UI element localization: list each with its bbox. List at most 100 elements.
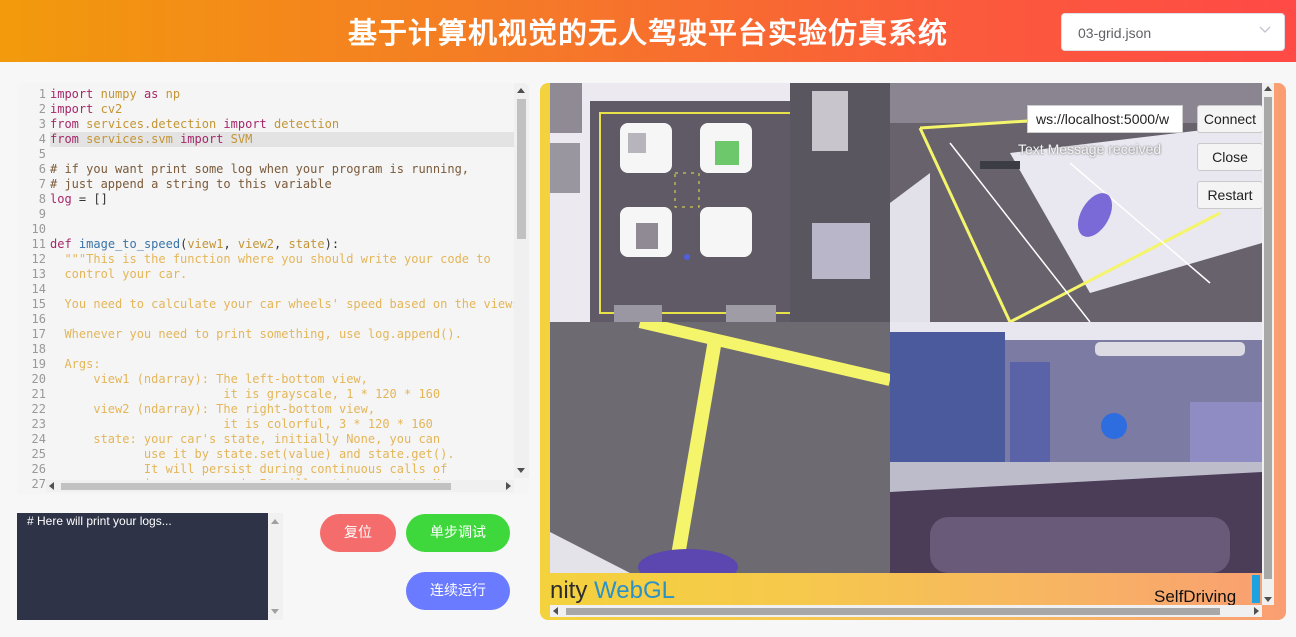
connect-button[interactable]: Connect (1197, 105, 1262, 133)
restart-button[interactable]: Restart (1197, 181, 1262, 209)
code-line[interactable]: """This is the function where you should… (50, 252, 529, 267)
log-output[interactable]: # Here will print your logs... (17, 513, 283, 620)
line-number: 5 (38, 147, 46, 161)
code-token: = [] (71, 192, 108, 206)
websocket-url-input[interactable]: ws://localhost:5000/w (1027, 105, 1183, 133)
reset-button[interactable]: 复位 (320, 514, 396, 552)
line-number: 21 (31, 387, 46, 401)
code-line[interactable]: use it by state.set(value) and state.get… (50, 447, 529, 462)
editor-vertical-scrollbar[interactable] (514, 83, 529, 478)
line-number: 1 (38, 87, 46, 101)
code-editor[interactable]: 1 2 3 4 5 6 7 8 9 10 11 12 13 14 15 16 17 18 19 20 21 22 23 24 2… (17, 83, 529, 495)
code-token: , (274, 237, 289, 251)
line-number: 13 (31, 267, 46, 281)
code-line[interactable] (50, 222, 529, 237)
code-token: cv2 (100, 102, 123, 116)
code-line[interactable]: control your car. (50, 267, 529, 282)
code-line[interactable]: view2 (ndarray): The right-bottom view, (50, 402, 529, 417)
scroll-down-arrow-icon[interactable] (517, 468, 525, 473)
code-line[interactable] (50, 147, 529, 162)
line-number: 19 (31, 357, 46, 371)
scroll-up-arrow-icon[interactable] (517, 88, 525, 93)
line-number: 2 (38, 102, 46, 116)
scroll-left-arrow-icon[interactable] (553, 607, 558, 615)
scroll-left-arrow-icon[interactable] (49, 482, 54, 490)
code-token: view1 (187, 237, 224, 251)
scroll-right-arrow-icon[interactable] (506, 482, 511, 490)
line-number-gutter: 1 2 3 4 5 6 7 8 9 10 11 12 13 14 15 16 17 18 19 20 21 22 23 24 2… (17, 87, 46, 492)
simulation-canvas[interactable]: ws://localhost:5000/w Text Message recei… (550, 83, 1262, 573)
top-down-map-view (550, 83, 890, 323)
continuous-run-button[interactable]: 连续运行 (406, 572, 510, 610)
code-line[interactable]: # just append a string to this variable (50, 177, 529, 192)
code-line[interactable] (50, 207, 529, 222)
line-number: 25 (31, 447, 46, 461)
code-line[interactable]: from services.svm import SVM (50, 132, 529, 147)
unity-horizontal-scrollbar[interactable] (550, 605, 1262, 617)
code-line[interactable]: state: your car's state, initially None,… (50, 432, 529, 447)
close-button[interactable]: Close (1197, 143, 1262, 171)
code-line[interactable]: from services.detection import detection (50, 117, 529, 132)
code-token: image_to_speed (78, 237, 181, 251)
code-line[interactable]: view1 (ndarray): The left-bottom view, (50, 372, 529, 387)
scrollbar-thumb[interactable] (517, 99, 526, 239)
code-line[interactable]: Whenever you need to print something, us… (50, 327, 529, 342)
fullscreen-button[interactable] (1252, 575, 1260, 603)
line-number: 3 (38, 117, 46, 131)
product-name: SelfDriving (1154, 587, 1237, 606)
scroll-down-arrow-icon[interactable] (1264, 597, 1272, 602)
scrollbar-thumb[interactable] (566, 608, 1220, 615)
code-token: import (223, 117, 267, 131)
code-token: SVM (230, 132, 253, 146)
code-line[interactable]: You need to calculate your car wheels' s… (50, 297, 529, 312)
code-line[interactable]: it is colorful, 3 * 120 * 160 (50, 417, 529, 432)
code-token: def (50, 237, 72, 251)
scroll-up-arrow-icon[interactable] (1264, 86, 1272, 91)
code-area[interactable]: import numpy as np import cv2 from service… (50, 87, 529, 492)
scroll-right-arrow-icon[interactable] (1254, 607, 1259, 615)
code-token: # if you want print some log when your p… (50, 162, 470, 176)
log-scrollbar[interactable] (268, 513, 283, 620)
step-debug-button[interactable]: 单步调试 (406, 514, 510, 552)
app-header: 基于计算机视觉的无人驾驶平台实验仿真系统 03-grid.json (0, 0, 1296, 62)
scrollbar-thumb[interactable] (1264, 97, 1272, 579)
code-line[interactable]: # if you want print some log when your p… (50, 162, 529, 177)
code-token: import (180, 132, 224, 146)
code-line[interactable]: def image_to_speed(view1, view2, state): (50, 237, 529, 252)
code-line[interactable]: It will persist during continuous calls … (50, 462, 529, 477)
code-token: view2 (237, 237, 275, 251)
code-line[interactable]: Args: (50, 357, 529, 372)
code-line[interactable]: import cv2 (50, 102, 529, 117)
code-token: from (50, 117, 79, 131)
code-line[interactable] (50, 312, 529, 327)
code-token: Args: (50, 357, 101, 371)
code-line[interactable]: import numpy as np (50, 87, 529, 102)
editor-horizontal-scrollbar[interactable] (46, 480, 514, 492)
line-number: 16 (31, 312, 46, 326)
code-token: services.detection (86, 117, 217, 131)
code-token: detection (274, 117, 340, 131)
map-select[interactable]: 03-grid.json (1061, 13, 1285, 51)
line-number: 26 (31, 462, 46, 476)
unity-vertical-scrollbar[interactable] (1262, 83, 1274, 605)
code-line[interactable] (50, 282, 529, 297)
code-token: from (50, 132, 79, 146)
code-line[interactable] (50, 342, 529, 357)
code-token: import (50, 102, 94, 116)
code-token: np (165, 87, 181, 101)
scroll-up-arrow-icon[interactable] (271, 519, 279, 524)
code-token: log (50, 192, 72, 206)
line-number: 24 (31, 432, 46, 446)
scroll-down-arrow-icon[interactable] (271, 609, 279, 614)
code-line[interactable]: log = [] (50, 192, 529, 207)
scrollbar-thumb[interactable] (61, 483, 451, 490)
code-line[interactable]: it is grayscale, 1 * 120 * 160 (50, 387, 529, 402)
line-number: 12 (31, 252, 46, 266)
code-token: , (223, 237, 238, 251)
driver-scene-image (890, 322, 1262, 573)
